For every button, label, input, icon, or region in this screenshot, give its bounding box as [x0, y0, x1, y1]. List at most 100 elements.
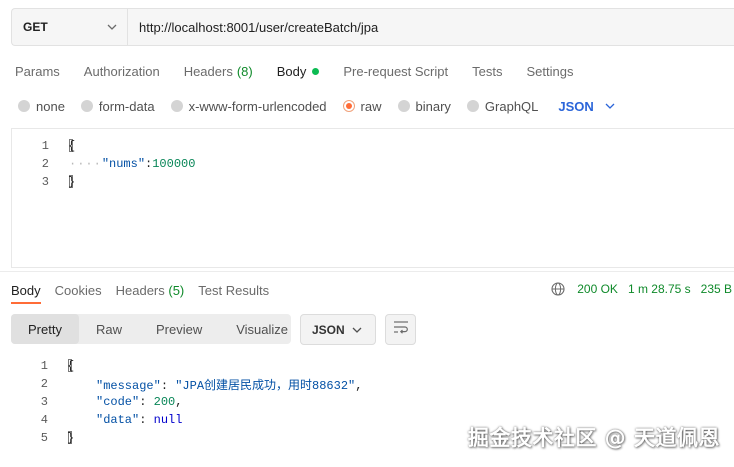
- resp-tab-cookies-label: Cookies: [54, 282, 102, 298]
- json-key: "code": [96, 395, 140, 409]
- radio-raw-label: raw: [360, 98, 382, 114]
- code-line: 3 "code": 200,: [11, 393, 734, 411]
- chevron-down-icon: [351, 324, 363, 336]
- tab-body[interactable]: Body: [277, 64, 320, 79]
- view-pretty-label: Pretty: [28, 321, 62, 337]
- line-number: 1: [40, 359, 48, 373]
- line-number: 4: [40, 413, 48, 427]
- tab-settings[interactable]: Settings: [526, 64, 573, 79]
- json-key: "nums": [101, 157, 146, 171]
- body-format-label: JSON: [558, 98, 594, 114]
- radio-form-data[interactable]: form-data: [80, 99, 155, 114]
- request-tabs: Params Authorization Headers (8) Body Pr…: [15, 60, 597, 82]
- response-view-modes: Pretty Raw Preview Visualize: [11, 314, 291, 344]
- wrap-lines-button[interactable]: [385, 314, 416, 345]
- globe-icon[interactable]: [551, 282, 565, 296]
- resp-tab-test-results[interactable]: Test Results: [198, 283, 269, 298]
- view-visualize-button[interactable]: Visualize: [219, 314, 305, 344]
- panel-divider[interactable]: [0, 271, 734, 272]
- body-type-selector: none form-data x-www-form-urlencoded raw…: [18, 96, 616, 116]
- status-code[interactable]: 200 OK: [577, 282, 618, 296]
- code-line: 2 "message": "JPA创建居民成功，用时88632",: [11, 375, 734, 393]
- response-time[interactable]: 1 m 28.75 s: [628, 282, 691, 296]
- method-label: GET: [23, 20, 48, 34]
- tab-tests[interactable]: Tests: [472, 64, 502, 79]
- code-text: "message": "JPA创建居民成功，用时88632",: [96, 378, 363, 393]
- radio-circle-icon: [466, 100, 479, 112]
- view-pretty-button[interactable]: Pretty: [11, 314, 79, 344]
- view-visualize-label: Visualize: [236, 321, 289, 337]
- request-body-editor[interactable]: 1 { 2 ····"nums":100000 3 }: [11, 128, 734, 268]
- url-input[interactable]: [128, 9, 734, 45]
- resp-tab-headers[interactable]: Headers (5): [116, 283, 185, 298]
- close-brace: }: [67, 431, 75, 445]
- tab-headers[interactable]: Headers (8): [184, 64, 253, 79]
- radio-binary-label: binary: [415, 98, 451, 114]
- json-value: 100000: [152, 157, 196, 171]
- radio-urlencoded[interactable]: x-www-form-urlencoded: [170, 98, 327, 114]
- code-line: 2 ····"nums":100000: [12, 155, 734, 173]
- tab-params-label: Params: [15, 63, 60, 79]
- resp-tab-test-results-label: Test Results: [198, 282, 270, 298]
- radio-none[interactable]: none: [18, 99, 65, 114]
- view-preview-button[interactable]: Preview: [139, 314, 219, 344]
- code-text: ····"nums":100000: [69, 157, 195, 171]
- json-value: null: [153, 413, 183, 427]
- tab-settings-label: Settings: [526, 63, 574, 79]
- open-brace: {: [68, 139, 76, 153]
- line-number: 1: [41, 139, 49, 153]
- radio-none-label: none: [36, 98, 65, 114]
- json-value: 200: [153, 395, 176, 409]
- radio-checked-icon: [342, 100, 355, 112]
- code-text: {: [68, 139, 76, 153]
- radio-binary[interactable]: binary: [397, 98, 451, 114]
- json-key: "data": [96, 413, 140, 427]
- code-line: 3 }: [12, 173, 734, 191]
- code-line: 1 {: [11, 357, 734, 375]
- body-format-select[interactable]: JSON: [558, 99, 615, 114]
- active-tab-underline: [11, 302, 41, 304]
- indent-guide: ····: [69, 157, 102, 171]
- response-size[interactable]: 235 B: [701, 282, 732, 296]
- tab-headers-label: Headers: [183, 63, 233, 79]
- resp-tab-body[interactable]: Body: [11, 283, 41, 298]
- watermark: 掘金技术社区 @ 天道佩恩: [467, 426, 720, 450]
- request-url-bar: GET: [11, 8, 734, 46]
- tab-params[interactable]: Params: [15, 64, 60, 79]
- line-number: 3: [41, 175, 49, 189]
- tab-body-label: Body: [276, 63, 307, 79]
- radio-graphql-label: GraphQL: [484, 98, 539, 114]
- radio-circle-icon: [397, 100, 410, 112]
- line-number: 2: [41, 157, 49, 171]
- radio-raw[interactable]: raw: [342, 98, 382, 114]
- response-format-label: JSON: [312, 322, 345, 337]
- resp-tab-cookies[interactable]: Cookies: [55, 283, 102, 298]
- view-raw-label: Raw: [95, 321, 122, 337]
- open-brace: {: [67, 359, 75, 373]
- code-text: "code": 200,: [96, 395, 183, 409]
- json-value: "JPA创建居民成功，用时88632": [175, 378, 356, 393]
- resp-headers-count-badge: (5): [168, 282, 185, 298]
- chevron-down-icon: [106, 21, 118, 33]
- view-raw-button[interactable]: Raw: [79, 314, 139, 344]
- method-select[interactable]: GET: [12, 9, 128, 45]
- radio-circle-icon: [80, 100, 93, 112]
- radio-graphql[interactable]: GraphQL: [466, 98, 539, 114]
- tab-authorization[interactable]: Authorization: [84, 64, 160, 79]
- code-text: }: [68, 175, 76, 189]
- tab-authorization-label: Authorization: [83, 63, 160, 79]
- tab-pre-request-label: Pre-request Script: [343, 63, 449, 79]
- response-format-select[interactable]: JSON: [300, 314, 376, 345]
- resp-tab-body-label: Body: [11, 282, 41, 298]
- response-tabs: Body Cookies Headers (5) Test Results: [11, 280, 283, 300]
- code-text: }: [67, 431, 75, 445]
- close-brace: }: [68, 175, 76, 189]
- resp-tab-headers-label: Headers: [115, 282, 165, 298]
- body-indicator-dot-icon: [312, 67, 320, 75]
- tab-tests-label: Tests: [472, 63, 503, 79]
- chevron-down-icon: [604, 100, 616, 112]
- code-line: 1 {: [12, 137, 734, 155]
- code-text: "data": null: [96, 413, 183, 427]
- tab-pre-request-script[interactable]: Pre-request Script: [343, 64, 448, 79]
- radio-urlencoded-label: x-www-form-urlencoded: [188, 98, 327, 114]
